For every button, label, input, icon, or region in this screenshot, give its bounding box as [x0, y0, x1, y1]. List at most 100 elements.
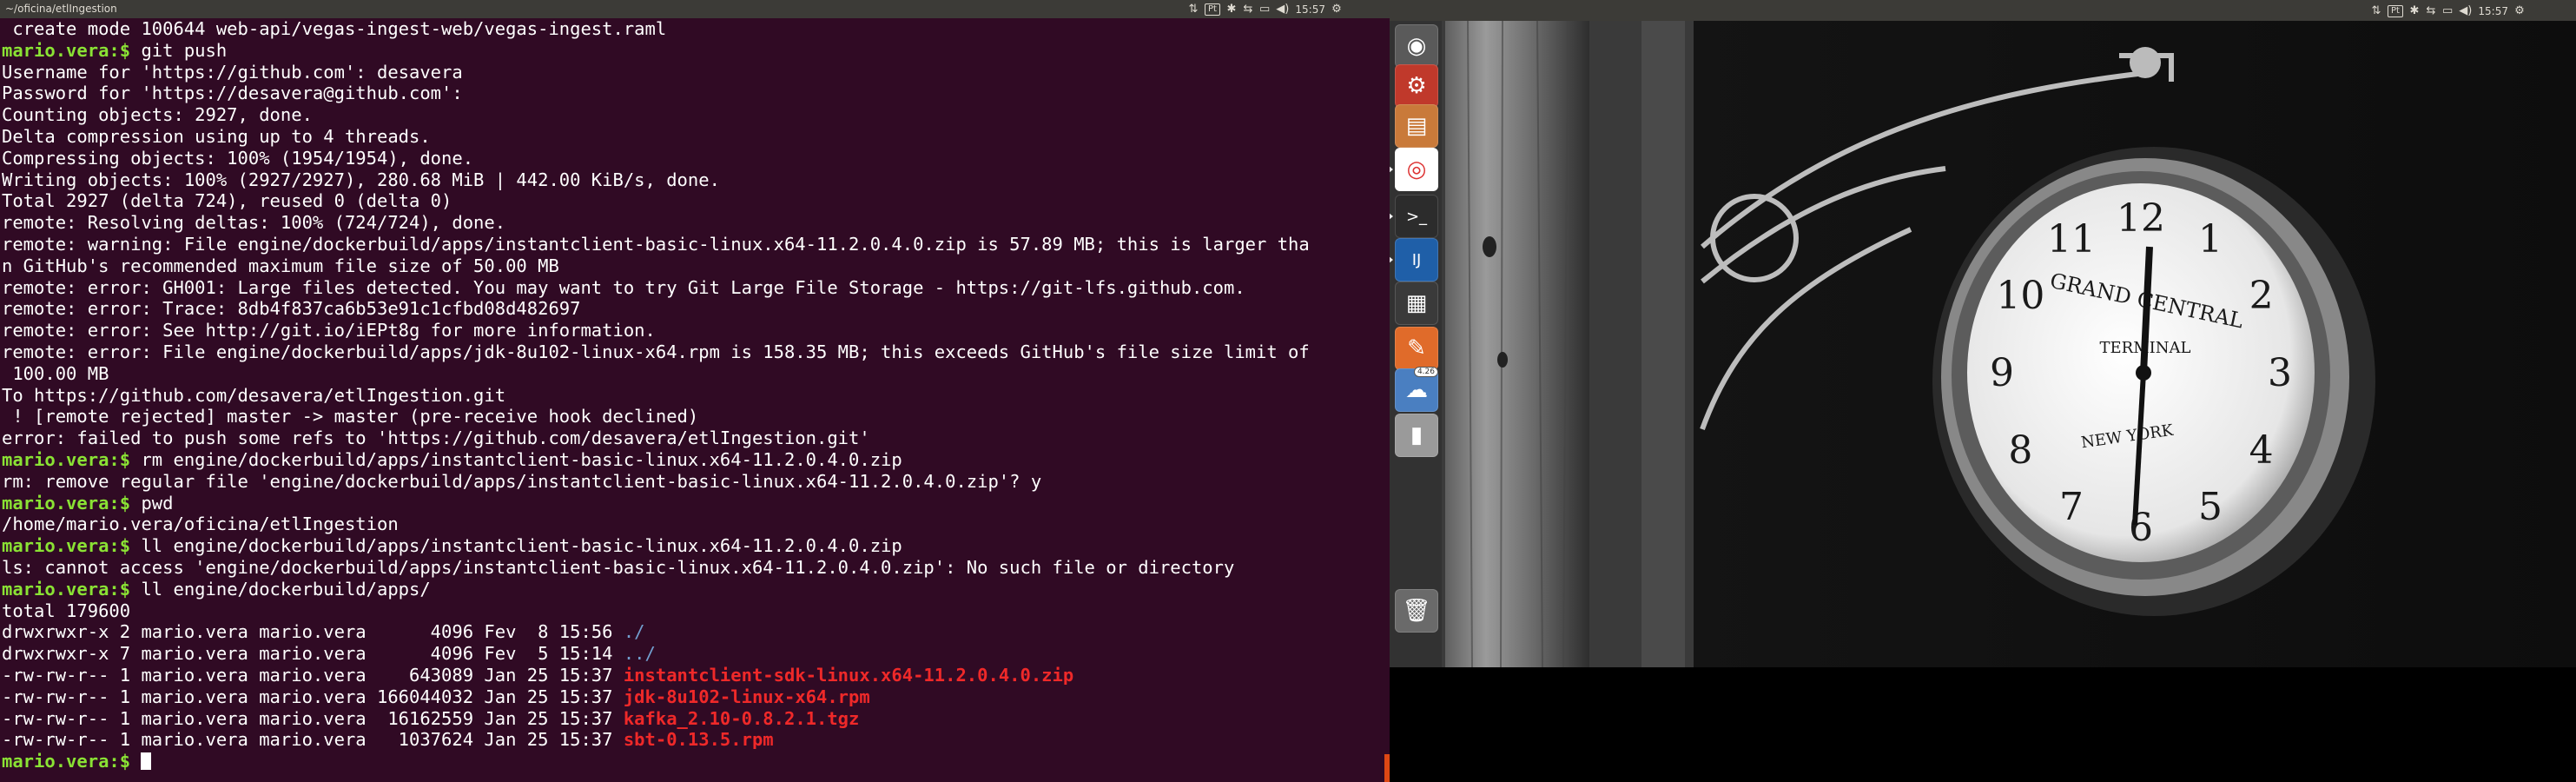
- station-clock: 121234567891011 GRAND CENTRAL TERMINAL N…: [1932, 147, 2375, 616]
- output-text: Counting objects: 2927, done.: [2, 104, 313, 126]
- terminal-line: mario.vera:$ pwd: [2, 493, 1310, 514]
- terminal-line: Counting objects: 2927, done.: [2, 104, 1310, 126]
- terminal-line: mario.vera:$: [2, 751, 1310, 772]
- clock-numeral: 10: [1996, 274, 2044, 318]
- output-text: Total 2927 (delta 724), reused 0 (delta …: [2, 190, 452, 212]
- output-text: -rw-rw-r-- 1 mario.vera mario.vera 10376…: [2, 729, 624, 751]
- cloud-app-icon[interactable]: ☁ 4.26: [1395, 367, 1438, 412]
- command-text: pwd: [130, 492, 174, 514]
- output-text: remote: error: Trace: 8db4f837ca6b53e91c…: [2, 298, 581, 320]
- output-text: Writing objects: 100% (2927/2927), 280.6…: [2, 169, 720, 190]
- launcher-glyph: ▦: [1405, 290, 1428, 316]
- indicator-area: ⇅ Pt ✱ ⇆ ▭ ◀) 15:57 ⚙: [1188, 1, 1342, 17]
- terminal-line: remote: Resolving deltas: 100% (724/724)…: [2, 212, 1310, 234]
- terminal-line: error: failed to push some refs to 'http…: [2, 427, 1310, 449]
- clock-numeral: 3: [2268, 351, 2292, 395]
- settings-gear-icon[interactable]: ⚙: [2514, 3, 2525, 18]
- output-text: -rw-rw-r-- 1 mario.vera mario.vera 16162…: [2, 707, 624, 729]
- transfer-icon[interactable]: ⇅: [2371, 3, 2381, 18]
- system-settings-icon[interactable]: ⚙: [1395, 64, 1438, 108]
- clock-numeral: 6: [2129, 506, 2153, 550]
- transfer-icon[interactable]: ⇅: [1188, 2, 1199, 17]
- terminal-line: -rw-rw-r-- 1 mario.vera mario.vera 16604…: [2, 686, 1310, 708]
- output-text: 100.00 MB: [2, 362, 109, 384]
- clock-numeral: 12: [2117, 196, 2165, 241]
- bluetooth-icon[interactable]: ✱: [1226, 2, 1237, 17]
- clock-numeral: 4: [2249, 428, 2274, 473]
- shell-prompt: mario.vera:$: [2, 751, 131, 772]
- keyboard-layout-indicator[interactable]: Pt: [1205, 3, 1220, 16]
- file-name: ./: [623, 621, 645, 643]
- terminal-line: rm: remove regular file 'engine/dockerbu…: [2, 471, 1310, 493]
- keyboard-layout-indicator[interactable]: Pt: [2388, 4, 2403, 17]
- trash-icon[interactable]: 🗑: [1395, 589, 1438, 633]
- file-manager-icon[interactable]: ▤: [1395, 104, 1438, 148]
- terminal-line: remote: error: GH001: Large files detect…: [2, 277, 1310, 299]
- bluetooth-icon[interactable]: ✱: [2409, 3, 2420, 18]
- clock-numeral: 5: [2198, 485, 2223, 529]
- launcher-glyph: ✎: [1407, 335, 1426, 361]
- calculator-icon[interactable]: ▦: [1395, 282, 1438, 325]
- launcher-glyph: ⚙: [1406, 73, 1427, 99]
- output-text: -rw-rw-r-- 1 mario.vera mario.vera 64308…: [2, 664, 624, 686]
- terminal-line: Username for 'https://github.com': desav…: [2, 62, 1310, 83]
- clock[interactable]: 15:57: [2478, 3, 2508, 18]
- network-icon[interactable]: ⇆: [2426, 3, 2436, 18]
- terminal-line: total 179600: [2, 600, 1310, 622]
- volume-icon[interactable]: ◀): [1276, 2, 1289, 17]
- text-cursor: [141, 752, 152, 771]
- file-name: kafka_2.10-0.8.2.1.tgz: [623, 707, 860, 729]
- command-text: rm engine/dockerbuild/apps/instantclient…: [130, 448, 902, 470]
- window-title: ~/oficina/etlIngestion: [5, 3, 117, 15]
- output-text: Delta compression using up to 4 threads.: [2, 125, 431, 147]
- command-text: git push: [130, 39, 228, 61]
- clock-numeral: 1: [2198, 217, 2223, 262]
- terminal-line: Writing objects: 100% (2927/2927), 280.6…: [2, 169, 1310, 191]
- command-text: ll engine/dockerbuild/apps/instantclient…: [130, 535, 902, 557]
- clock-numeral: 9: [1990, 351, 2014, 395]
- terminal-line: remote: error: See http://git.io/iEPt8g …: [2, 320, 1310, 341]
- terminal-line: -rw-rw-r-- 1 mario.vera mario.vera 10376…: [2, 729, 1310, 751]
- terminal-window[interactable]: create mode 100644 web-api/vegas-ingest-…: [0, 18, 1390, 782]
- right-monitor: ⇅ Pt ✱ ⇆ ▭ ◀) 15:57 ⚙ 12 1 2 3 4 5 6 7 8…: [1390, 0, 2576, 782]
- output-text: drwxrwxr-x 2 mario.vera mario.vera 4096 …: [2, 621, 624, 643]
- terminal-icon[interactable]: >_: [1395, 195, 1438, 238]
- clock[interactable]: 15:57: [1295, 2, 1325, 17]
- output-text: -rw-rw-r-- 1 mario.vera mario.vera 16604…: [2, 686, 624, 707]
- left-monitor: ~/oficina/etlIngestion ⇅ Pt ✱ ⇆ ▭ ◀) 15:…: [0, 0, 1390, 782]
- text-editor-icon[interactable]: ✎: [1395, 327, 1438, 370]
- intellij-icon[interactable]: IJ: [1395, 238, 1438, 282]
- chrome-icon[interactable]: ◎: [1395, 148, 1438, 191]
- terminal-line: drwxrwxr-x 7 mario.vera mario.vera 4096 …: [2, 643, 1310, 665]
- output-text: n GitHub's recommended maximum file size…: [2, 255, 559, 276]
- output-text: remote: error: See http://git.io/iEPt8g …: [2, 320, 656, 341]
- settings-gear-icon[interactable]: ⚙: [1331, 2, 1342, 17]
- output-text: remote: error: GH001: Large files detect…: [2, 276, 1245, 298]
- file-name: ../: [623, 643, 656, 665]
- ubuntu-dash-icon[interactable]: ◉: [1395, 24, 1438, 68]
- output-text: remote: warning: File engine/dockerbuild…: [2, 233, 1310, 255]
- volume-icon[interactable]: ◀): [2459, 3, 2472, 18]
- output-text: remote: Resolving deltas: 100% (724/724)…: [2, 212, 506, 234]
- launcher-glyph: IJ: [1411, 250, 1422, 269]
- launcher-glyph: ▮: [1410, 422, 1423, 448]
- usb-drive-icon[interactable]: ▮: [1395, 414, 1438, 457]
- output-text: To https://github.com/desavera/etlIngest…: [2, 384, 506, 406]
- terminal-line: remote: error: File engine/dockerbuild/a…: [2, 341, 1310, 363]
- output-text: drwxrwxr-x 7 mario.vera mario.vera 4096 …: [2, 643, 624, 665]
- launcher-glyph: ◉: [1406, 33, 1427, 59]
- running-app-indicator: [1390, 213, 1393, 220]
- network-icon[interactable]: ⇆: [1243, 2, 1253, 17]
- battery-icon[interactable]: ▭: [1259, 2, 1270, 17]
- battery-icon[interactable]: ▭: [2442, 3, 2453, 18]
- terminal-line: Delta compression using up to 4 threads.: [2, 126, 1310, 148]
- running-app-indicator: [1390, 166, 1393, 173]
- terminal-line: 100.00 MB: [2, 363, 1310, 385]
- clock-numeral: 8: [2008, 428, 2032, 473]
- terminal-line: ls: cannot access 'engine/dockerbuild/ap…: [2, 557, 1310, 579]
- clock-numeral: 2: [2249, 274, 2274, 318]
- shell-prompt: mario.vera:$: [2, 448, 131, 470]
- command-text: ll engine/dockerbuild/apps/: [130, 578, 431, 600]
- desktop-wallpaper: 121234567891011 GRAND CENTRAL TERMINAL N…: [1390, 21, 2576, 667]
